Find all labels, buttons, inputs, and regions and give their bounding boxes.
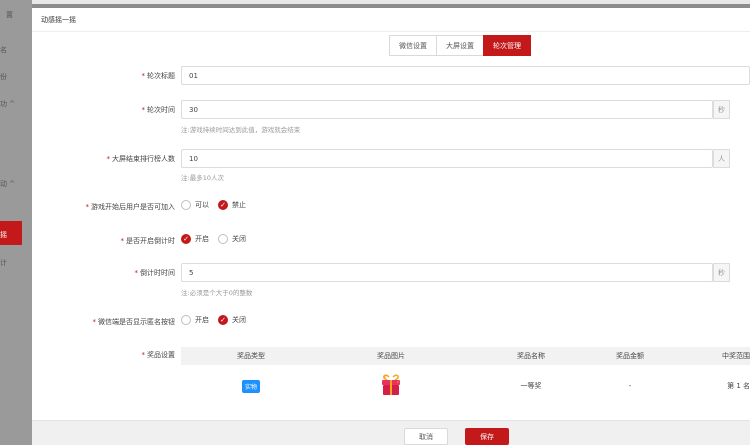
countdown-enabled-label: * 是否开启倒计时	[120, 237, 176, 245]
sidebar-item-4[interactable]: 动 ^	[0, 179, 15, 189]
sidebar-item-5[interactable]: 摇	[0, 230, 7, 240]
tab-bar: 微信设置 大屏设置 轮次管理	[389, 35, 531, 56]
join-allow-radio[interactable]: 可以	[181, 200, 209, 210]
top-bar	[0, 0, 750, 4]
countdown-time-unit: 秒	[713, 263, 730, 282]
join-after-start-radio-group: 可以 ✓ 禁止	[181, 200, 255, 210]
sidebar-item-6[interactable]: 计	[0, 258, 7, 268]
show-anonymous-radio-group: 开启 ✓ 关闭	[181, 315, 255, 325]
ranking-count-input[interactable]: 10	[181, 149, 713, 168]
round-time-hint: 注:游戏持续时间达到此值，游戏就会结束	[181, 126, 301, 134]
tab-wechat-settings[interactable]: 微信设置	[389, 35, 437, 56]
round-title-label: * 轮次标题	[141, 72, 176, 80]
tab-round-management[interactable]: 轮次管理	[483, 35, 531, 56]
countdown-time-input[interactable]: 5	[181, 263, 713, 282]
countdown-time-hint: 注:必须是个大于0的整数	[181, 289, 253, 297]
settings-modal: 动感摇一摇 微信设置 大屏设置 轮次管理 * 轮次标题 01 * 轮次时间 30 秒…	[32, 8, 750, 445]
round-time-unit: 秒	[713, 100, 730, 119]
column-header: 中奖范围	[722, 352, 750, 360]
round-time-label: * 轮次时间	[141, 106, 176, 114]
sidebar-item-2[interactable]: 份	[0, 72, 7, 82]
countdown-time-label: * 倒计时时间	[134, 269, 176, 277]
anonymous-off-radio[interactable]: ✓ 关闭	[218, 315, 246, 325]
anonymous-on-radio[interactable]: 开启	[181, 315, 209, 325]
modal-header: 动感摇一摇	[32, 8, 750, 32]
ranking-count-unit: 人	[713, 149, 730, 168]
prize-table-header: 奖品类型 奖品图片 奖品名称 奖品金额 中奖范围	[181, 347, 750, 365]
prize-range: 第 1 名	[727, 382, 750, 390]
modal-footer: 取消 保存	[32, 420, 750, 445]
radio-checked-icon: ✓	[218, 315, 228, 325]
gift-box-icon	[379, 373, 403, 397]
column-header: 奖品类型	[237, 352, 265, 360]
radio-unchecked-icon	[218, 234, 228, 244]
prize-name: 一等奖	[520, 382, 542, 390]
column-header: 奖品图片	[377, 352, 405, 360]
ranking-count-label: * 大屏结束排行榜人数	[106, 155, 176, 163]
prize-settings-label: * 奖品设置	[141, 351, 176, 359]
join-after-start-label: * 游戏开始后用户是否可加入	[85, 203, 176, 211]
sidebar-item-3[interactable]: 功 ^	[0, 99, 15, 109]
ranking-count-hint: 注:最多10人次	[181, 174, 224, 182]
tab-screen-settings[interactable]: 大屏设置	[436, 35, 484, 56]
table-row: 实物 一等奖 - 第 1 名	[181, 365, 750, 407]
radio-checked-icon: ✓	[218, 200, 228, 210]
countdown-enabled-radio-group: ✓ 开启 关闭	[181, 234, 255, 244]
join-forbid-radio[interactable]: ✓ 禁止	[218, 200, 246, 210]
radio-unchecked-icon	[181, 200, 191, 210]
prize-amount: -	[628, 382, 632, 390]
sidebar-item-1[interactable]: 名	[0, 45, 7, 55]
sidebar-item-0[interactable]: 置	[6, 10, 13, 20]
show-anonymous-label: * 微信端是否显示匿名按钮	[92, 318, 176, 326]
column-header: 奖品名称	[517, 352, 545, 360]
sidebar: 置 名 份 功 ^ 动 ^ 摇 计	[0, 0, 32, 445]
column-header: 奖品金额	[616, 352, 644, 360]
prize-table: 奖品类型 奖品图片 奖品名称 奖品金额 中奖范围 实物 一等奖 - 第 1 名	[181, 347, 750, 407]
cancel-button[interactable]: 取消	[404, 428, 448, 445]
save-button[interactable]: 保存	[465, 428, 509, 445]
radio-unchecked-icon	[181, 315, 191, 325]
countdown-on-radio[interactable]: ✓ 开启	[181, 234, 209, 244]
round-time-input[interactable]: 30	[181, 100, 713, 119]
countdown-off-radio[interactable]: 关闭	[218, 234, 246, 244]
radio-checked-icon: ✓	[181, 234, 191, 244]
modal-title: 动感摇一摇	[41, 15, 76, 24]
round-title-input[interactable]: 01	[181, 66, 750, 85]
prize-type-badge: 实物	[241, 379, 260, 393]
